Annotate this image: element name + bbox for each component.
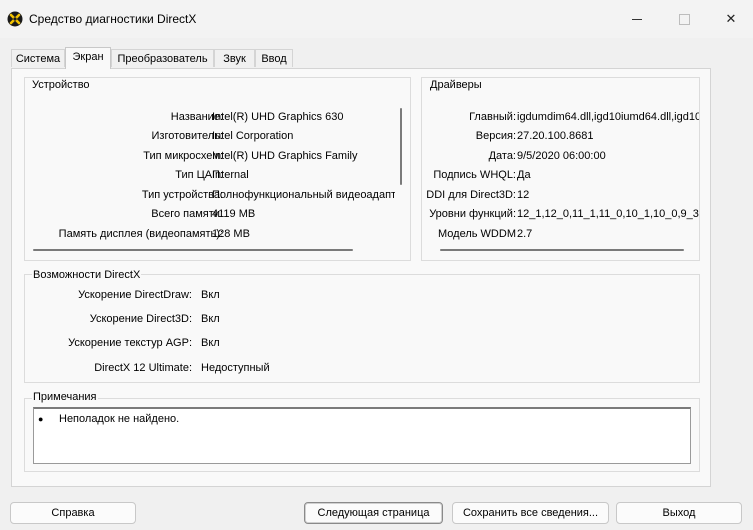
device-list[interactable]: Название: Intel(R) UHD Graphics 630 Изго… <box>25 100 410 245</box>
save-all-info-button[interactable]: Сохранить все сведения... <box>452 502 609 524</box>
save-all-info-button-label: Сохранить все сведения... <box>462 507 599 519</box>
tab-display[interactable]: Экран <box>65 47 111 69</box>
tab-render[interactable]: Преобразователь <box>111 49 214 67</box>
ddi-label: DDI для Direct3D: <box>426 189 516 201</box>
notes-group-title: Примечания <box>32 391 98 403</box>
tab-label: Звук <box>223 53 246 65</box>
display-memory-value: 128 MB <box>212 228 250 240</box>
help-button[interactable]: Справка <box>10 502 136 524</box>
drivers-group-title: Драйверы <box>430 79 482 91</box>
device-group-title: Устройство <box>32 79 90 91</box>
exit-button-label: Выход <box>662 507 696 519</box>
close-button[interactable]: ✕ <box>708 0 753 38</box>
display-memory-label: Память дисплея (видеопамять): <box>58 228 223 240</box>
wddm-model-label: Модель WDDM <box>438 228 516 240</box>
tab-label: Экран <box>72 51 104 63</box>
close-icon: ✕ <box>725 11 737 26</box>
direct3d-label: Ускорение Direct3D: <box>89 313 192 325</box>
title-bar[interactable]: Средство диагностики DirectX ✕ <box>0 0 753 38</box>
device-type-value: Полнофункциональный видеоадапт <box>212 189 395 201</box>
device-horizontal-scrollbar[interactable] <box>33 249 353 251</box>
drivers-horizontal-scrollbar[interactable] <box>440 249 684 251</box>
bullet-icon: ● <box>38 414 44 424</box>
main-driver-label: Главный: <box>469 111 516 123</box>
minimize-icon <box>632 18 642 20</box>
window-title: Средство диагностики DirectX <box>29 12 197 26</box>
maximize-button[interactable] <box>661 0 707 38</box>
directdraw-label: Ускорение DirectDraw: <box>78 289 192 301</box>
note-item: Неполадок не найдено. <box>59 413 180 425</box>
whql-value: Да <box>517 169 531 181</box>
directx-x-icon <box>7 11 23 27</box>
next-page-button-label: Следующая страница <box>317 507 430 519</box>
drivers-list[interactable]: Главный: igdumdim64.dll,igd10iumd64.dll,… <box>422 100 699 245</box>
date-label: Дата: <box>488 150 516 162</box>
version-value: 27.20.100.8681 <box>517 130 594 142</box>
chip-type-value: Intel(R) UHD Graphics Family <box>212 150 358 162</box>
directdraw-value: Вкл <box>201 289 220 301</box>
exit-button[interactable]: Выход <box>616 502 742 524</box>
tab-label: Преобразователь <box>117 53 208 65</box>
wddm-model-value: 2.7 <box>517 228 533 240</box>
ddi-value: 12 <box>517 189 530 201</box>
tab-label: Система <box>15 53 61 65</box>
feature-levels-label: Уровни функций: <box>429 208 516 220</box>
device-name-value: Intel(R) UHD Graphics 630 <box>212 111 344 123</box>
next-page-button[interactable]: Следующая страница <box>304 502 443 524</box>
dx12-ultimate-label: DirectX 12 Ultimate: <box>94 362 192 374</box>
device-vertical-scrollbar[interactable] <box>400 108 402 185</box>
dac-type-value: Internal <box>212 169 249 181</box>
tab-system[interactable]: Система <box>11 49 65 67</box>
date-value: 9/5/2020 06:00:00 <box>517 150 606 162</box>
direct3d-value: Вкл <box>201 313 220 325</box>
version-label: Версия: <box>475 130 516 142</box>
whql-label: Подпись WHQL: <box>433 169 516 181</box>
tab-input[interactable]: Ввод <box>255 49 293 67</box>
manufacturer-value: Intel Corporation <box>212 130 294 142</box>
device-type-label: Тип устройства: <box>141 189 223 201</box>
help-button-label: Справка <box>51 507 95 519</box>
total-memory-value: 4119 MB <box>212 208 256 220</box>
maximize-icon <box>678 13 690 25</box>
feature-levels-value: 12_1,12_0,11_1,11_0,10_1,10_0,9_3 <box>517 208 699 220</box>
minimize-button[interactable] <box>614 0 660 38</box>
main-driver-value: igdumdim64.dll,igd10iumd64.dll,igd10iu <box>517 111 699 123</box>
agp-texture-value: Вкл <box>201 337 220 349</box>
agp-texture-label: Ускорение текстур AGP: <box>68 337 192 349</box>
tab-label: Ввод <box>261 53 287 65</box>
directx-features-title: Возможности DirectX <box>32 269 142 281</box>
notes-textbox[interactable]: ● Неполадок не найдено. <box>33 407 691 464</box>
dx12-ultimate-value: Недоступный <box>201 362 270 374</box>
tab-sound[interactable]: Звук <box>214 49 255 67</box>
